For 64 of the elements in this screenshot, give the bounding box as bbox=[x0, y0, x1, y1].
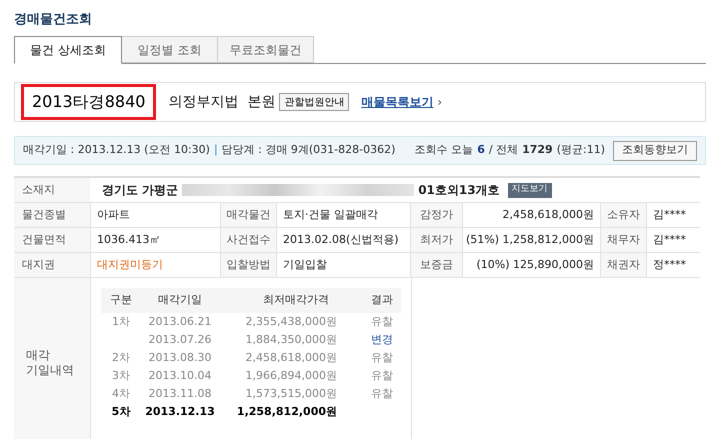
table-cell: 김**** bbox=[646, 203, 700, 228]
table-cell-text: 유찰 bbox=[370, 314, 394, 330]
court-name: 의정부지법 본원 bbox=[168, 92, 276, 112]
table-header: 감정가 bbox=[410, 203, 462, 228]
table-header: 대지권 bbox=[14, 253, 90, 278]
table-header: 채권자 bbox=[600, 253, 646, 278]
page-title: 경매물건조회 bbox=[14, 11, 93, 29]
table-cell-text: 2,458,618,000원 bbox=[244, 350, 338, 366]
table-cell-text: 유찰 bbox=[370, 386, 394, 402]
table-header: 소유자 bbox=[600, 203, 646, 228]
table-header: 사건접수 bbox=[220, 228, 276, 253]
address-text: 경기도 가평군 bbox=[102, 182, 178, 199]
table-cell-text: 2013.12.13 bbox=[144, 404, 216, 420]
table-cell-text: 변경 bbox=[370, 332, 394, 348]
table-header: 소재지 bbox=[14, 178, 90, 203]
map-button[interactable]: 지도보기 bbox=[508, 182, 552, 198]
table-cell-text: 1,884,350,000원 bbox=[244, 332, 338, 348]
table-cell-text: 5차 bbox=[110, 404, 132, 420]
address-text: 01호외13개호 bbox=[418, 182, 500, 199]
department: 담당계 : 경매 9계(031-828-0362) bbox=[222, 142, 396, 158]
views-total-label: / 전체 bbox=[488, 142, 518, 158]
table-header: 최저가 bbox=[410, 228, 462, 253]
table-cell-text: 3차 bbox=[111, 368, 131, 384]
table-header: 보증금 bbox=[410, 253, 462, 278]
tab[interactable]: 일정별 조회 bbox=[122, 36, 218, 63]
table-cell-text: 2013.06.21 bbox=[148, 314, 212, 330]
table-cell-text: 1,573,515,000원 bbox=[244, 386, 338, 402]
case-number: 2013타경8840 bbox=[21, 84, 156, 120]
table-cell-text: 2013.11.08 bbox=[148, 386, 212, 402]
views-label: 조회수 오늘 bbox=[414, 142, 474, 158]
table-header: 매각물건 bbox=[220, 203, 276, 228]
column-header: 구분 bbox=[109, 292, 133, 308]
view-trend-button[interactable]: 조회동향보기 bbox=[613, 140, 697, 160]
separator: | bbox=[214, 142, 218, 158]
table-cell-text: 2013.10.04 bbox=[148, 368, 212, 384]
views-average: (평균:11) bbox=[556, 142, 605, 158]
tab[interactable]: 무료조회물건 bbox=[218, 36, 314, 63]
tab[interactable]: 물건 상세조회 bbox=[14, 36, 122, 64]
link-arrow: › bbox=[437, 94, 442, 111]
table-cell-text: 1차 bbox=[111, 314, 131, 330]
views-total: 1729 bbox=[522, 142, 553, 158]
table-cell-text: 1,966,894,000원 bbox=[244, 368, 338, 384]
table-header: 채무자 bbox=[600, 228, 646, 253]
table-cell: 김**** bbox=[646, 228, 700, 253]
court-info-button[interactable]: 관할법원안내 bbox=[279, 93, 350, 111]
sale-date: 매각기일 : 2013.12.13 (오전 10:30) bbox=[23, 142, 210, 158]
table-cell-text: 1,258,812,000원 bbox=[236, 404, 338, 420]
column-header: 매각기일 bbox=[157, 292, 203, 308]
table-header: 매각 기일내역 bbox=[14, 278, 90, 439]
column-header: 최저매각가격 bbox=[262, 292, 330, 308]
table-cell-text: 2013.08.30 bbox=[148, 350, 212, 366]
table-cell-text: 2,355,438,000원 bbox=[244, 314, 338, 330]
table-cell-text: 유찰 bbox=[370, 368, 394, 384]
table-header: 건물면적 bbox=[14, 228, 90, 253]
table-cell-text: 2013.07.26 bbox=[148, 332, 212, 348]
table-cell-text: 2차 bbox=[111, 350, 131, 366]
listing-link[interactable]: 매물목록보기 bbox=[361, 93, 434, 111]
table-cell: 정**** bbox=[646, 253, 700, 278]
views-today: 6 bbox=[477, 142, 485, 158]
table-header: 입찰방법 bbox=[220, 253, 276, 278]
table-cell-text: 유찰 bbox=[370, 350, 394, 366]
table-cell-text: 4차 bbox=[111, 386, 131, 402]
column-header: 결과 bbox=[370, 292, 394, 308]
table-header: 물건종별 bbox=[14, 203, 90, 228]
